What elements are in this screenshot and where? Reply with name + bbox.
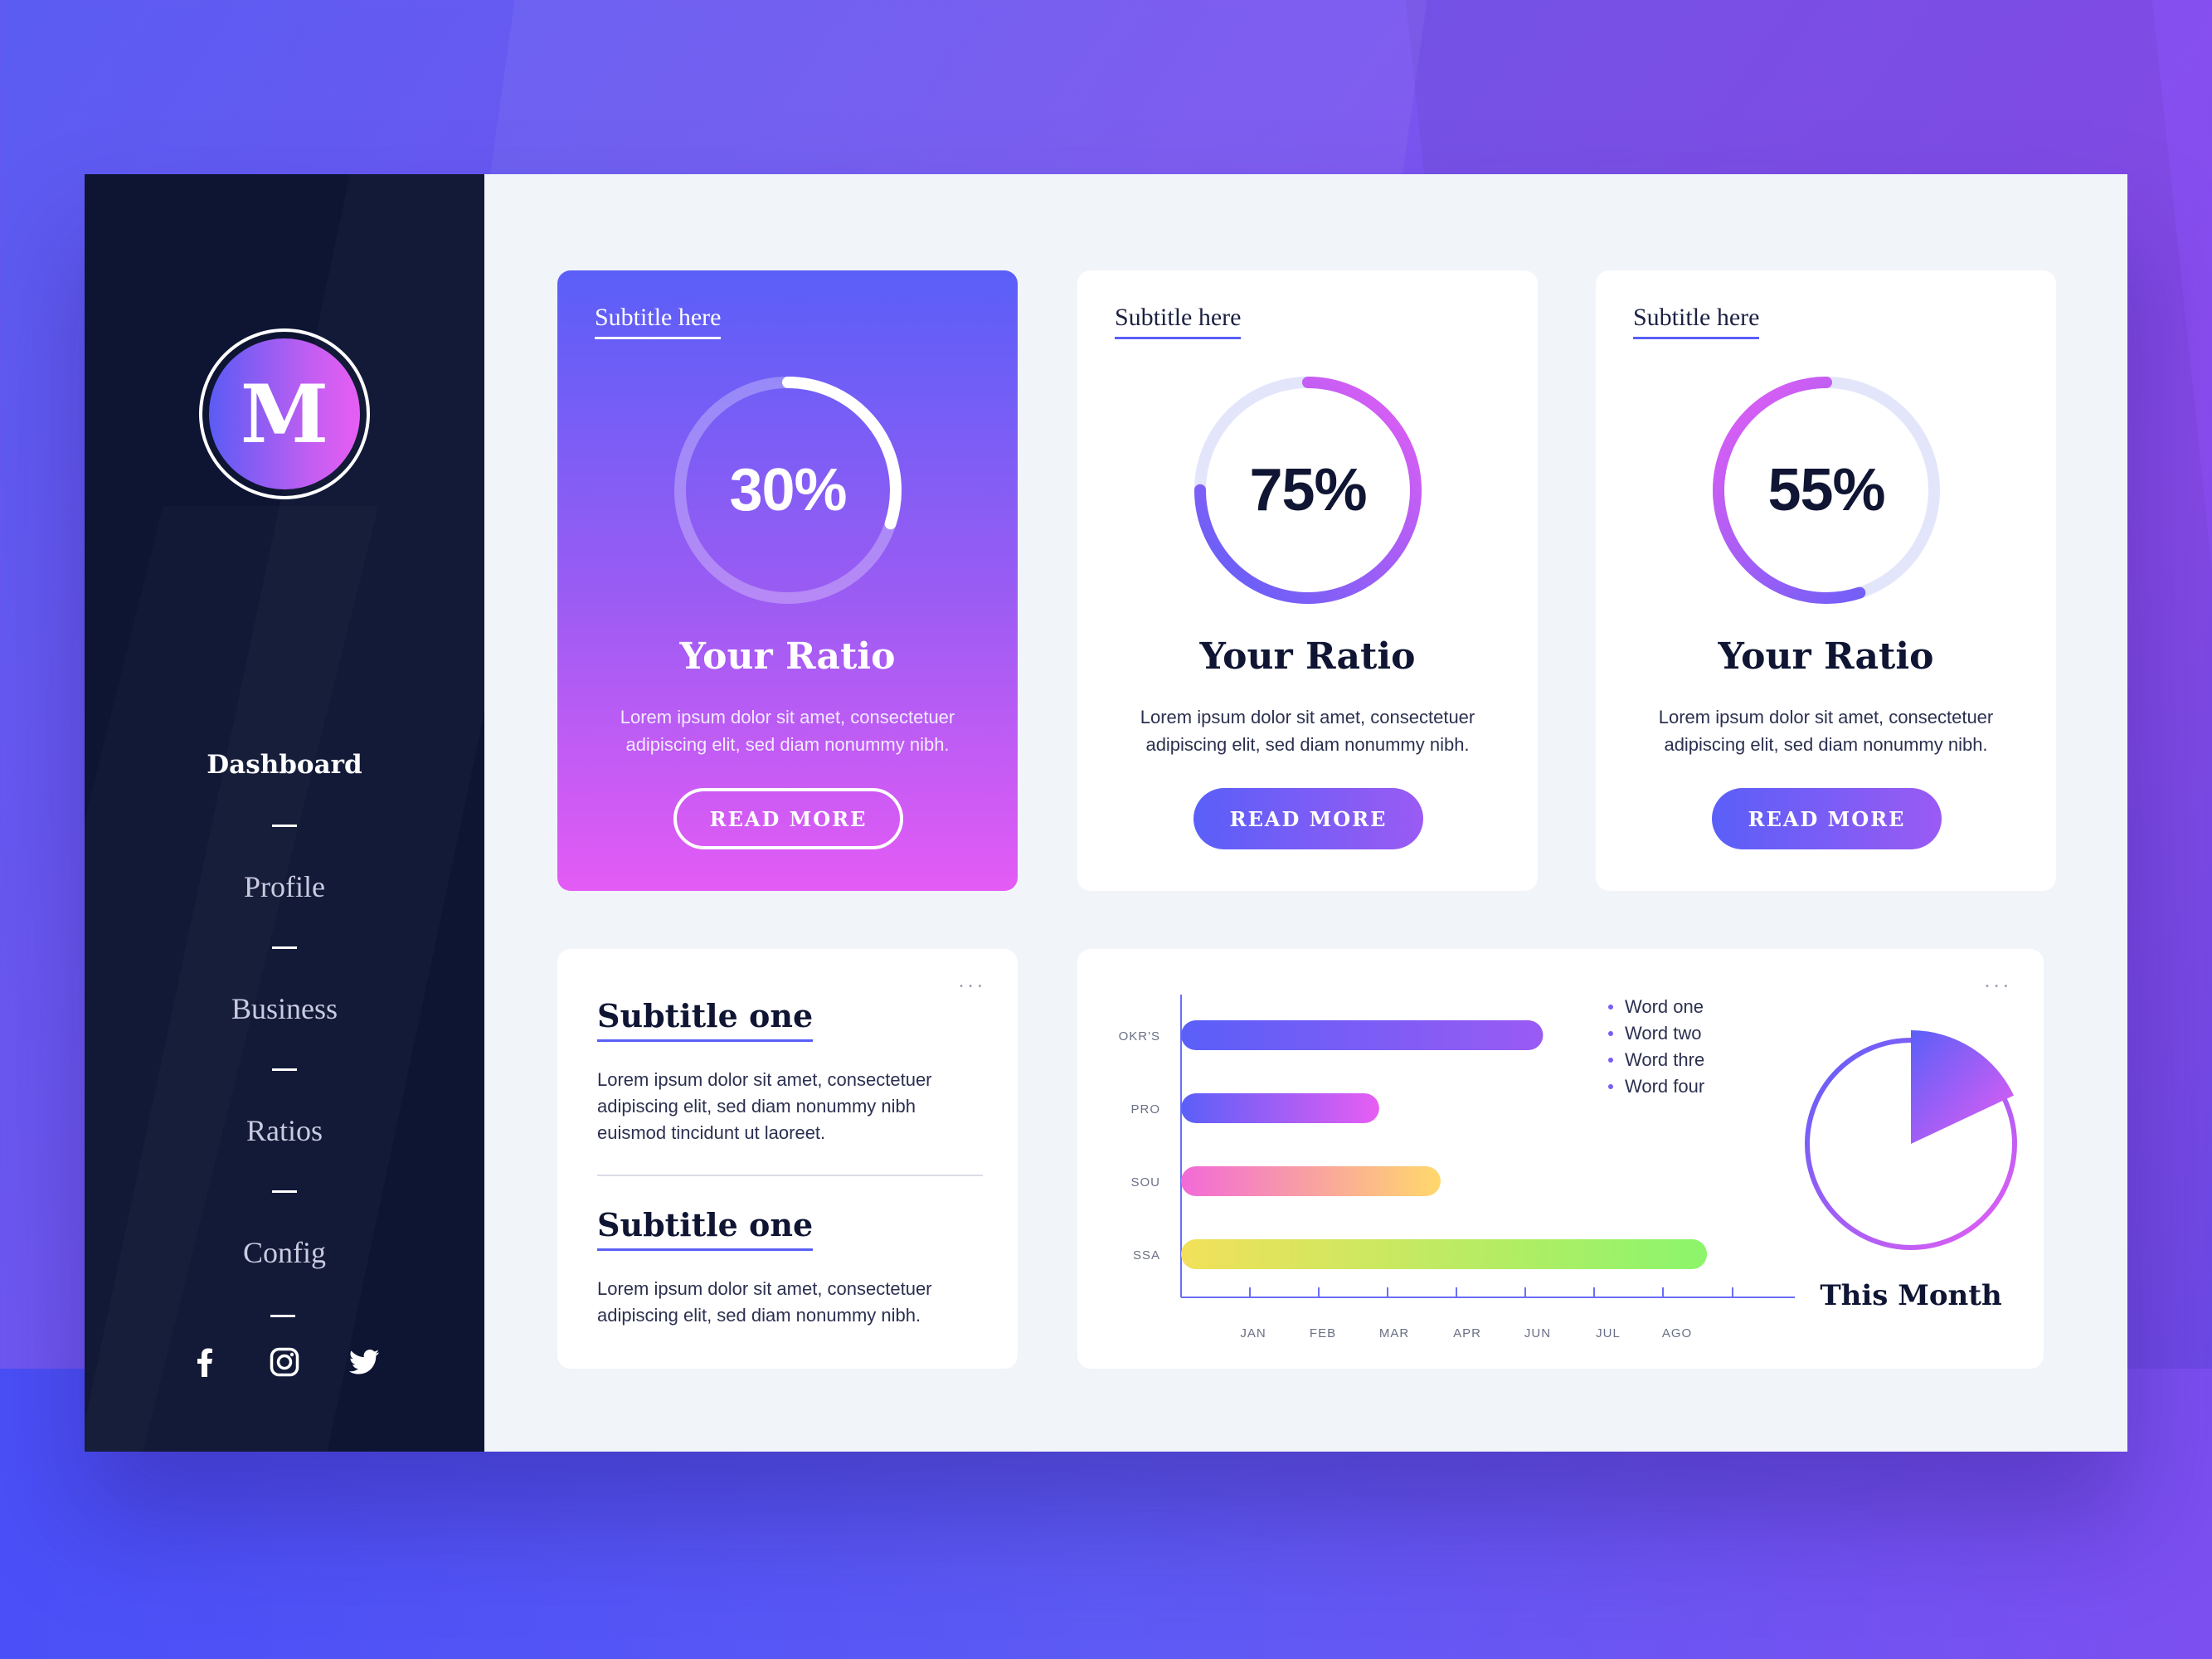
- legend-label: Word two: [1625, 1023, 1702, 1044]
- bar: [1181, 1093, 1379, 1123]
- ratio-description: Lorem ipsum dolor sit amet, consectetuer…: [1140, 707, 1475, 755]
- bar: [1181, 1239, 1708, 1269]
- ratio-value: 75%: [1249, 457, 1367, 523]
- card-subtitle: Subtitle here: [595, 304, 722, 339]
- section-text: Lorem ipsum dolor sit amet, consectetuer…: [597, 1278, 932, 1326]
- pie-chart-label: This Month: [1820, 1279, 2002, 1312]
- card-subtitle: Subtitle here: [1633, 304, 1760, 339]
- ratio-title: Your Ratio: [1718, 635, 1934, 678]
- nav-item-dashboard[interactable]: Dashboard: [85, 738, 484, 791]
- legend-marker: [1608, 1084, 1613, 1089]
- nav-item-ratios[interactable]: Ratios: [85, 1104, 484, 1157]
- card-subtitle: Subtitle here: [1115, 304, 1242, 339]
- sidebar-nav: Dashboard Profile Business Ratios Config: [85, 738, 484, 1279]
- dashboard-window: M Dashboard Profile Business Ratios Conf…: [85, 174, 2127, 1452]
- x-tick-label: JUN: [1524, 1326, 1551, 1340]
- legend-label: Word four: [1625, 1076, 1705, 1097]
- legend-item: Word four: [1608, 1073, 1704, 1100]
- ratio-title: Your Ratio: [1199, 635, 1416, 678]
- pie-slice-highlight: [1911, 1030, 2014, 1144]
- legend-item: Word two: [1608, 1020, 1704, 1047]
- ratio-card: Subtitle here 30% Your Ratio Lorem ipsum…: [557, 270, 1018, 891]
- twitter-icon[interactable]: [348, 1345, 381, 1379]
- nav-divider: [272, 1190, 297, 1193]
- social-divider: [270, 1315, 295, 1317]
- logo-letter: M: [209, 338, 360, 489]
- ratio-card: Subtitle here 55% Your Ratio Lorem ipsum…: [1596, 270, 2056, 891]
- sidebar: M Dashboard Profile Business Ratios Conf…: [85, 174, 484, 1452]
- nav-divider: [272, 1068, 297, 1071]
- read-more-button[interactable]: READ MORE: [1194, 788, 1423, 849]
- instagram-icon[interactable]: [268, 1345, 301, 1379]
- facebook-icon[interactable]: [188, 1345, 221, 1379]
- legend-item: Word thre: [1608, 1047, 1704, 1073]
- category-label: SSA: [1133, 1248, 1160, 1262]
- legend-item: Word one: [1608, 994, 1704, 1020]
- ratio-card: Subtitle here 75% Your Ratio Lorem ipsum…: [1077, 270, 1538, 891]
- ratio-value: 55%: [1767, 457, 1885, 523]
- category-label: PRO: [1130, 1102, 1160, 1117]
- x-tick-label: JAN: [1240, 1326, 1266, 1340]
- bar: [1181, 1166, 1441, 1196]
- category-label: OKR'S: [1119, 1029, 1160, 1044]
- nav-divider: [272, 946, 297, 949]
- bar: [1181, 1020, 1544, 1050]
- nav-item-profile[interactable]: Profile: [85, 860, 484, 913]
- x-tick-label: AGO: [1662, 1326, 1692, 1340]
- nav-item-business[interactable]: Business: [85, 982, 484, 1035]
- section-divider: [597, 1175, 983, 1176]
- social-links: [188, 1345, 381, 1379]
- info-card: ... Subtitle one Lorem ipsum dolor sit a…: [557, 949, 1018, 1369]
- category-label: SOU: [1130, 1175, 1160, 1190]
- chart-legend: Word one Word two Word thre Word four: [1608, 994, 1704, 1100]
- section-subtitle: Subtitle one: [597, 1206, 814, 1251]
- x-tick-label: JUL: [1596, 1326, 1621, 1340]
- main-content: Subtitle here 30% Your Ratio Lorem ipsum…: [484, 174, 2127, 1452]
- read-more-button[interactable]: READ MORE: [1712, 788, 1942, 849]
- legend-marker: [1608, 1031, 1613, 1036]
- x-tick-label: APR: [1453, 1326, 1481, 1340]
- chart-card: ... OKR'S PRO SOU SSA JAN FEB MAR APR JUN JUL AGO …: [1077, 949, 2044, 1369]
- ratio-value: 30%: [729, 457, 847, 523]
- legend-marker: [1608, 1058, 1613, 1063]
- read-more-button[interactable]: READ MORE: [673, 788, 903, 849]
- logo[interactable]: M: [199, 328, 370, 499]
- more-options-icon[interactable]: ...: [958, 969, 986, 990]
- legend-marker: [1608, 1005, 1613, 1010]
- nav-divider: [272, 825, 297, 827]
- x-tick-label: MAR: [1379, 1326, 1409, 1340]
- x-tick-label: FEB: [1310, 1326, 1336, 1340]
- ratio-title: Your Ratio: [679, 635, 896, 678]
- legend-label: Word one: [1625, 996, 1704, 1017]
- section-text: Lorem ipsum dolor sit amet, consectetuer…: [597, 1069, 932, 1143]
- legend-label: Word thre: [1625, 1049, 1705, 1070]
- nav-item-config[interactable]: Config: [85, 1226, 484, 1279]
- section-subtitle: Subtitle one: [597, 997, 814, 1042]
- ratio-description: Lorem ipsum dolor sit amet, consectetuer…: [1658, 707, 1994, 755]
- ratio-description: Lorem ipsum dolor sit amet, consectetuer…: [620, 707, 955, 755]
